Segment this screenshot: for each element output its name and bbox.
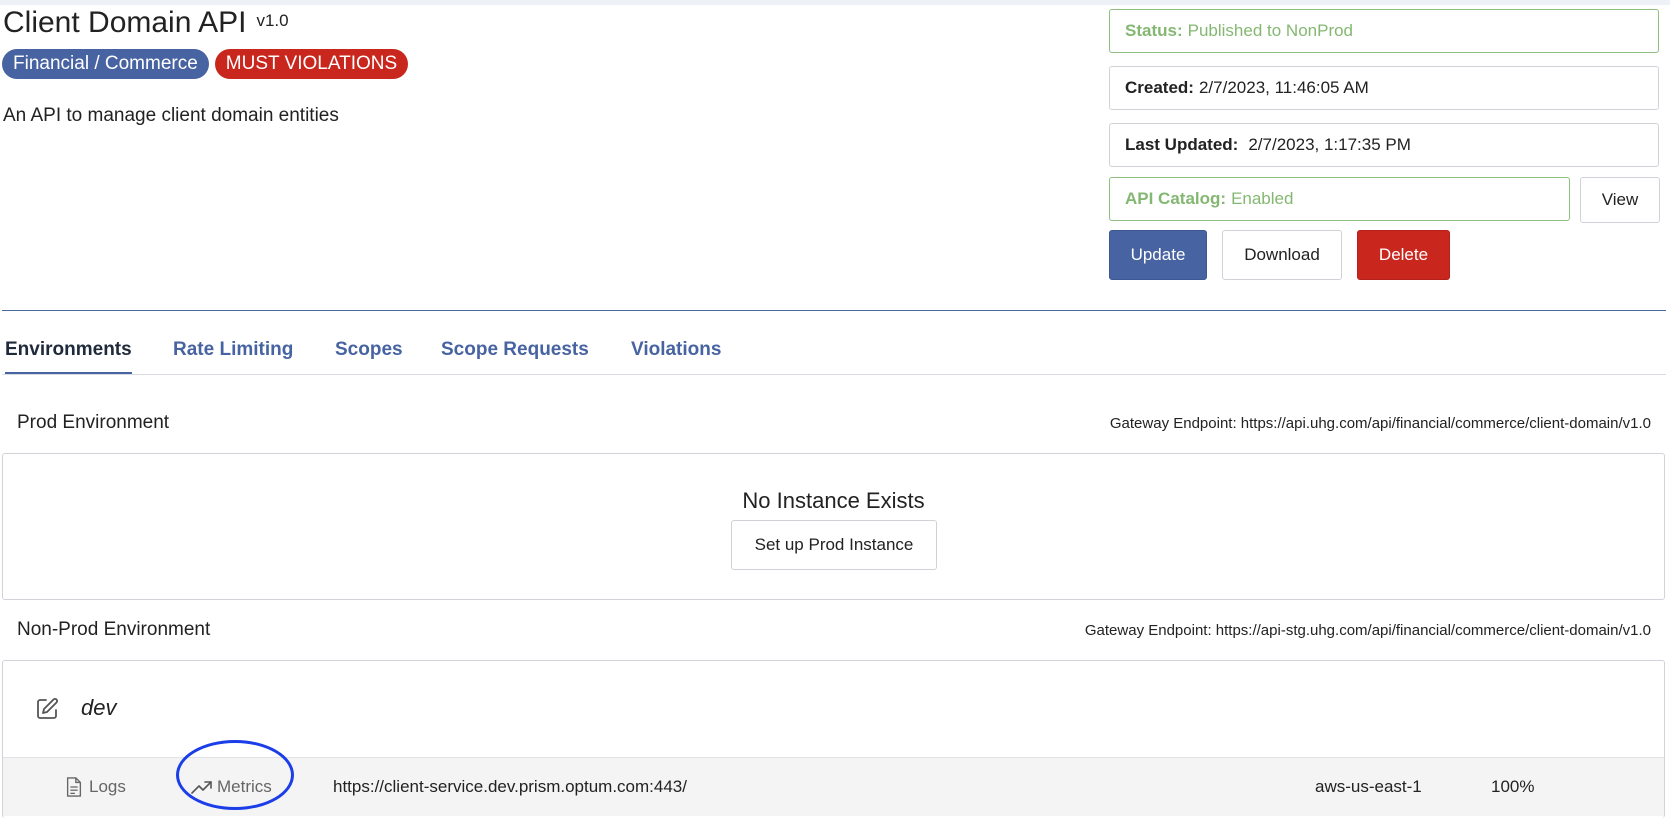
catalog-label: API Catalog: (1125, 189, 1227, 208)
tab-violations[interactable]: Violations (631, 336, 721, 372)
last-updated-box: Last Updated: 2/7/2023, 1:17:35 PM (1109, 123, 1659, 167)
prod-environment-title: Prod Environment (17, 412, 170, 433)
top-strip (0, 0, 1670, 5)
version-label: v1.0 (256, 11, 289, 30)
tab-scope-requests[interactable]: Scope Requests (441, 336, 589, 372)
prod-instance-panel: No Instance Exists Set up Prod Instance (2, 453, 1665, 600)
created-label: Created: (1125, 78, 1194, 97)
setup-prod-instance-button[interactable]: Set up Prod Instance (731, 520, 937, 570)
tab-scopes[interactable]: Scopes (335, 336, 403, 372)
updated-value: 2/7/2023, 1:17:35 PM (1248, 135, 1411, 154)
nonprod-gateway-endpoint: Gateway Endpoint: https://api-stg.uhg.co… (1084, 622, 1651, 639)
catalog-value: Enabled (1231, 189, 1294, 208)
instance-url: https://client-service.dev.prism.optum.c… (333, 777, 687, 796)
tab-environments[interactable]: Environments (5, 336, 132, 374)
tab-rate-limiting[interactable]: Rate Limiting (173, 336, 293, 372)
delete-button[interactable]: Delete (1357, 230, 1450, 280)
page-title: Client Domain API (3, 6, 247, 39)
title-row: Client Domain API v1.0 (3, 6, 289, 40)
tab-bar: Environments Rate Limiting Scopes Scope … (2, 336, 1666, 375)
prod-gateway-endpoint: Gateway Endpoint: https://api.uhg.com/ap… (1109, 415, 1651, 432)
instance-weight: 100% (1491, 777, 1535, 796)
metrics-label: Metrics (217, 777, 272, 796)
violations-badge: MUST VIOLATIONS (214, 49, 409, 79)
instance-region: aws-us-east-1 (1315, 777, 1422, 796)
created-value: 2/7/2023, 11:46:05 AM (1198, 78, 1369, 97)
updated-label: Last Updated: (1125, 135, 1239, 154)
document-icon (66, 777, 82, 797)
category-badge: Financial / Commerce (2, 49, 209, 79)
nonprod-environment-title: Non-Prod Environment (17, 619, 211, 640)
tag-list: Financial / Commerce MUST VIOLATIONS (2, 49, 409, 79)
download-button[interactable]: Download (1222, 230, 1342, 280)
instance-name: dev (81, 695, 117, 720)
status-box: Status: Published to NonProd (1109, 9, 1659, 53)
api-description: An API to manage client domain entities (3, 105, 339, 126)
update-button[interactable]: Update (1109, 230, 1207, 280)
status-label: Status: (1125, 21, 1183, 40)
trending-up-icon (191, 781, 212, 794)
status-value: Published to NonProd (1187, 21, 1354, 40)
logs-label: Logs (89, 777, 126, 796)
logs-link[interactable]: Logs (65, 758, 126, 816)
metrics-link[interactable]: Metrics (191, 758, 272, 816)
view-catalog-button[interactable]: View (1580, 177, 1660, 223)
created-box: Created: 2/7/2023, 11:46:05 AM (1109, 66, 1659, 110)
no-instance-text: No Instance Exists (742, 488, 925, 513)
pencil-square-icon[interactable] (35, 697, 59, 721)
header-divider (2, 310, 1666, 311)
instance-row: Logs Metrics https://client-service.dev.… (3, 757, 1664, 816)
nonprod-instance-panel: dev Logs Metrics https://client-service.… (2, 660, 1665, 818)
api-catalog-box: API Catalog: Enabled (1109, 177, 1570, 221)
